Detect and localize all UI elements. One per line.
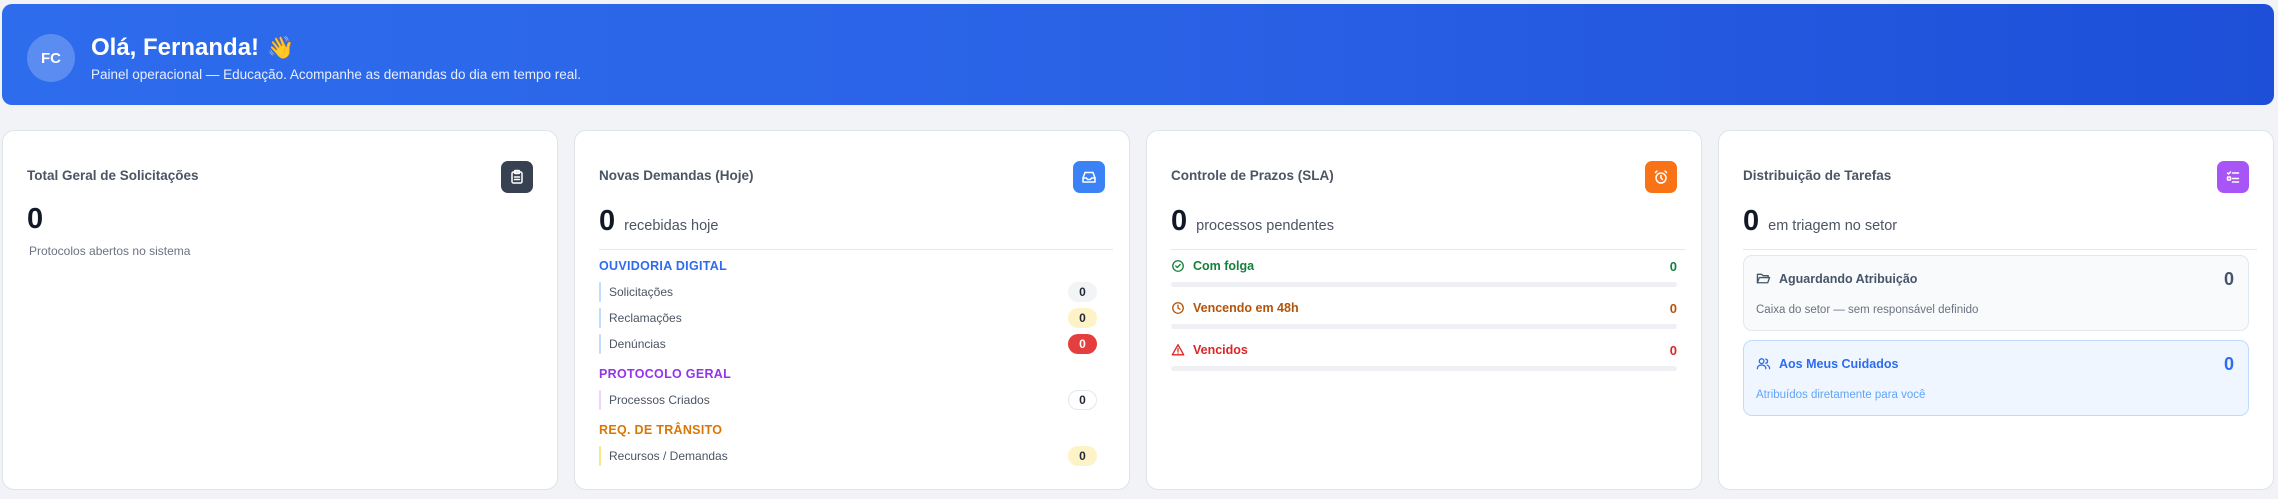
box-title: Aos Meus Cuidados — [1779, 356, 1899, 371]
card-title: Distribuição de Tarefas — [1743, 168, 1892, 183]
list-item[interactable]: Recursos / Demandas 0 — [599, 443, 1097, 469]
item-label: Reclamações — [609, 311, 682, 325]
box-title: Aguardando Atribuição — [1779, 271, 1918, 286]
count-badge: 0 — [1068, 282, 1097, 302]
task-list-icon — [2217, 161, 2249, 193]
sla-row-com-folga[interactable]: Com folga 0 — [1171, 256, 1677, 276]
box-count: 0 — [2223, 269, 2234, 289]
waving-hand-icon: 👋 — [267, 35, 295, 60]
prazos-suffix: processos pendentes — [1196, 218, 1334, 234]
box-desc: Caixa do setor — sem responsável definid… — [1756, 304, 1979, 316]
folder-open-icon — [1756, 273, 1771, 284]
sla-count: 0 — [1669, 342, 1677, 358]
sla-count: 0 — [1669, 258, 1677, 274]
distribuicao-value: 0 — [1743, 205, 1760, 237]
users-icon — [1756, 358, 1771, 370]
warning-triangle-icon — [1171, 344, 1185, 356]
check-circle-icon — [1172, 260, 1184, 272]
card-title: Total Geral de Solicitações — [27, 168, 199, 183]
clock-icon — [1172, 302, 1184, 314]
sla-progress-vencendo-48h — [1171, 324, 1677, 329]
group-ouvidoria-digital: OUVIDORIA DIGITAL — [599, 259, 728, 273]
total-solicitacoes-card: Total Geral de Solicitações 0 Protocolos… — [2, 130, 558, 490]
box-desc: Atribuídos diretamente para você — [1756, 389, 1926, 401]
clipboard-icon — [501, 161, 533, 193]
box-count: 0 — [2223, 354, 2234, 374]
novas-demandas-card: Novas Demandas (Hoje) 0 recebidas hoje O… — [574, 130, 1130, 490]
inbox-icon — [1073, 161, 1105, 193]
group-bar — [599, 334, 601, 354]
novas-value: 0 — [599, 205, 616, 237]
alarm-clock-icon — [1645, 161, 1677, 193]
count-badge: 0 — [1068, 446, 1097, 466]
group-req-transito: REQ. DE TRÂNSITO — [599, 423, 723, 437]
total-value: 0 — [27, 203, 44, 235]
sla-row-vencendo-48h[interactable]: Vencendo em 48h 0 — [1171, 298, 1677, 318]
list-item[interactable]: Solicitações 0 — [599, 279, 1097, 305]
sla-progress-com-folga — [1171, 282, 1677, 287]
divider — [599, 249, 1113, 250]
group-bar — [599, 308, 601, 328]
list-item[interactable]: Denúncias 0 — [599, 331, 1097, 357]
sla-label: Com folga — [1193, 259, 1255, 273]
count-badge: 0 — [1068, 334, 1097, 354]
sla-label: Vencendo em 48h — [1193, 301, 1299, 315]
page-subtitle: Painel operacional — Educação. Acompanhe… — [91, 67, 582, 82]
group-bar — [599, 390, 601, 410]
controle-prazos-card: Controle de Prazos (SLA) 0 processos pen… — [1146, 130, 1702, 490]
count-badge: 0 — [1068, 308, 1097, 328]
page-title: Olá, Fernanda! 👋 — [91, 34, 294, 62]
sla-progress-vencidos — [1171, 366, 1677, 371]
card-title: Novas Demandas (Hoje) — [599, 168, 754, 183]
distribuicao-tarefas-card: Distribuição de Tarefas 0 em triagem no … — [1718, 130, 2274, 490]
item-label: Denúncias — [609, 337, 666, 351]
card-title: Controle de Prazos (SLA) — [1171, 168, 1334, 183]
greeting-text: Olá, Fernanda! — [91, 34, 260, 61]
count-badge: 0 — [1068, 390, 1097, 410]
list-item[interactable]: Processos Criados 0 — [599, 387, 1097, 413]
prazos-value: 0 — [1171, 205, 1188, 237]
sla-label: Vencidos — [1193, 343, 1248, 357]
item-label: Solicitações — [609, 285, 674, 299]
sla-count: 0 — [1669, 300, 1677, 316]
distribuicao-suffix: em triagem no setor — [1768, 218, 1898, 234]
group-protocolo-geral: PROTOCOLO GERAL — [599, 367, 732, 381]
list-item[interactable]: Reclamações 0 — [599, 305, 1097, 331]
novas-suffix: recebidas hoje — [624, 218, 719, 234]
group-bar — [599, 446, 601, 466]
group-bar — [599, 282, 601, 302]
item-label: Processos Criados — [609, 393, 710, 407]
item-label: Recursos / Demandas — [609, 449, 728, 463]
sla-row-vencidos[interactable]: Vencidos 0 — [1171, 340, 1677, 360]
aos-meus-cuidados-box[interactable]: Aos Meus Cuidados 0 Atribuídos diretamen… — [1743, 340, 2249, 416]
avatar[interactable]: FC — [27, 34, 75, 82]
welcome-banner: FC Olá, Fernanda! 👋 Painel operacional — … — [2, 4, 2274, 105]
aguardando-atribuicao-box[interactable]: Aguardando Atribuição 0 Caixa do setor —… — [1743, 255, 2249, 331]
divider — [1743, 249, 2257, 250]
divider — [1171, 249, 1685, 250]
card-caption: Protocolos abertos no sistema — [29, 244, 191, 258]
